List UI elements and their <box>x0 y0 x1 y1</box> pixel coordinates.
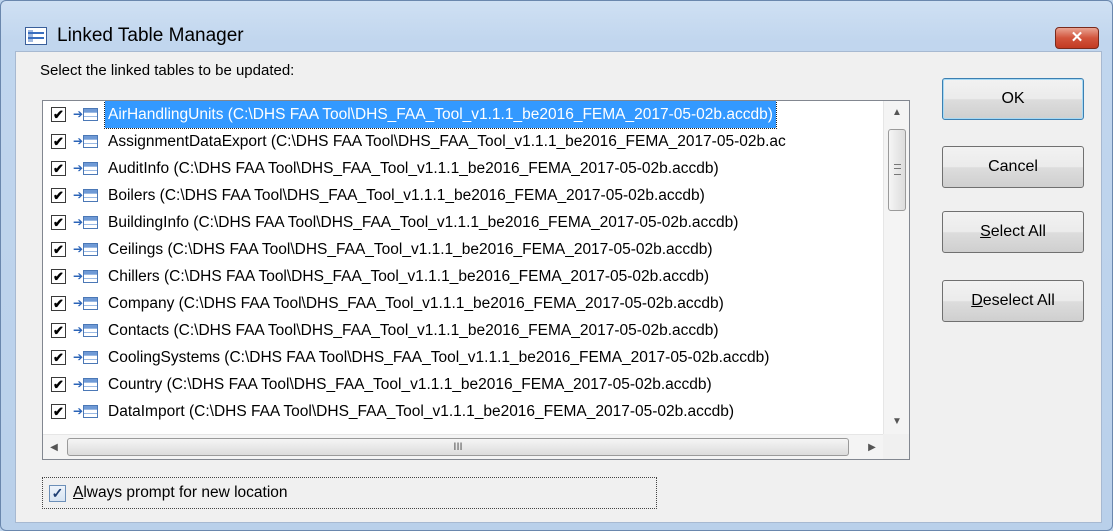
linked-table-icon <box>83 378 98 391</box>
close-button[interactable]: ✕ <box>1055 27 1099 49</box>
table-row[interactable]: ✔ ➔ DataImport (C:\DHS FAA Tool\DHS_FAA_To… <box>43 398 883 425</box>
dialog-body: Select the linked tables to be updated: … <box>15 51 1102 523</box>
table-checkbox[interactable]: ✔ <box>51 215 66 230</box>
ok-button[interactable]: OK <box>942 78 1084 120</box>
linked-table-icon <box>83 189 98 202</box>
table-label: CoolingSystems (C:\DHS FAA Tool\DHS_FAA_… <box>108 349 770 366</box>
vertical-scroll-thumb[interactable] <box>888 129 906 211</box>
instruction-label: Select the linked tables to be updated: <box>40 62 295 79</box>
scroll-down-icon[interactable]: ▼ <box>884 410 909 434</box>
window-title: Linked Table Manager <box>57 25 244 46</box>
horizontal-scrollbar[interactable]: ◀ III ▶ <box>43 434 883 459</box>
table-row[interactable]: ✔ ➔ Ceilings (C:\DHS FAA Tool\DHS_FAA_Tool… <box>43 236 883 263</box>
table-label: DataImport (C:\DHS FAA Tool\DHS_FAA_Tool… <box>108 403 735 420</box>
scrollbar-corner <box>883 434 909 459</box>
table-label: Company (C:\DHS FAA Tool\DHS_FAA_Tool_v1… <box>108 295 724 312</box>
link-arrow-icon: ➔ <box>73 296 84 310</box>
table-checkbox[interactable]: ✔ <box>51 404 66 419</box>
table-checkbox[interactable]: ✔ <box>51 188 66 203</box>
table-label: Contacts (C:\DHS FAA Tool\DHS_FAA_Tool_v… <box>108 322 719 339</box>
linked-table-icon <box>83 135 98 148</box>
linked-table-icon <box>83 243 98 256</box>
vertical-scrollbar[interactable]: ▲ ▼ <box>883 101 909 434</box>
table-row[interactable]: ✔ ➔ Boilers (C:\DHS FAA Tool\DHS_FAA_Tool_… <box>43 182 883 209</box>
dialog-window: Linked Table Manager ✕ Select the linked… <box>0 0 1113 531</box>
table-checkbox[interactable]: ✔ <box>51 323 66 338</box>
link-arrow-icon: ➔ <box>73 134 84 148</box>
table-checkbox[interactable]: ✔ <box>51 350 66 365</box>
table-checkbox[interactable]: ✔ <box>51 269 66 284</box>
cancel-button[interactable]: Cancel <box>942 146 1084 188</box>
table-label: BuildingInfo (C:\DHS FAA Tool\DHS_FAA_To… <box>108 214 739 231</box>
select-all-label: elect All <box>990 223 1046 240</box>
linked-table-icon <box>83 405 98 418</box>
link-arrow-icon: ➔ <box>73 161 84 175</box>
table-row[interactable]: ✔ ➔ BuildingInfo (C:\DHS FAA Tool\DHS_FAA_… <box>43 209 883 236</box>
table-row[interactable]: ✔ ➔ AuditInfo (C:\DHS FAA Tool\DHS_FAA_Too… <box>43 155 883 182</box>
link-arrow-icon: ➔ <box>73 404 84 418</box>
table-checkbox[interactable]: ✔ <box>51 377 66 392</box>
select-all-button[interactable]: Select All <box>942 211 1084 253</box>
table-label: AssignmentDataExport (C:\DHS FAA Tool\DH… <box>108 133 786 150</box>
table-row[interactable]: ✔ ➔ Country (C:\DHS FAA Tool\DHS_FAA_Tool_… <box>43 371 883 398</box>
table-label: Chillers (C:\DHS FAA Tool\DHS_FAA_Tool_v… <box>108 268 710 285</box>
always-prompt-label: Always prompt for new location <box>73 484 288 502</box>
link-arrow-icon: ➔ <box>73 215 84 229</box>
table-label: Boilers (C:\DHS FAA Tool\DHS_FAA_Tool_v1… <box>108 187 705 204</box>
always-prompt-checkbox[interactable]: ✓ <box>49 485 66 502</box>
link-arrow-icon: ➔ <box>73 350 84 364</box>
horizontal-scroll-thumb[interactable]: III <box>67 438 849 456</box>
table-row[interactable]: ✔ ➔ Company (C:\DHS FAA Tool\DHS_FAA_Tool_… <box>43 290 883 317</box>
table-checkbox[interactable]: ✔ <box>51 242 66 257</box>
linked-tables-list[interactable]: ✔ ➔ AirHandlingUnits (C:\DHS FAA Tool\DHS_… <box>42 100 910 460</box>
link-arrow-icon: ➔ <box>73 323 84 337</box>
linked-table-icon <box>83 162 98 175</box>
linked-tables-rows: ✔ ➔ AirHandlingUnits (C:\DHS FAA Tool\DHS_… <box>43 101 883 434</box>
table-row[interactable]: ✔ ➔ AssignmentDataExport (C:\DHS FAA Tool\… <box>43 128 883 155</box>
table-label: Ceilings (C:\DHS FAA Tool\DHS_FAA_Tool_v… <box>108 241 713 258</box>
table-label: AuditInfo (C:\DHS FAA Tool\DHS_FAA_Tool_… <box>108 160 719 177</box>
linked-table-icon <box>83 270 98 283</box>
link-arrow-icon: ➔ <box>73 377 84 391</box>
scroll-up-icon[interactable]: ▲ <box>884 101 909 125</box>
scroll-left-icon[interactable]: ◀ <box>43 435 65 459</box>
table-row[interactable]: ✔ ➔ CoolingSystems (C:\DHS FAA Tool\DHS_FA… <box>43 344 883 371</box>
linked-table-icon <box>83 297 98 310</box>
table-checkbox[interactable]: ✔ <box>51 134 66 149</box>
link-arrow-icon: ➔ <box>73 269 84 283</box>
always-prompt-option[interactable]: ✓ Always prompt for new location <box>42 477 657 509</box>
table-label: AirHandlingUnits (C:\DHS FAA Tool\DHS_FA… <box>104 101 777 129</box>
title-bar[interactable]: Linked Table Manager ✕ <box>1 1 1112 49</box>
link-arrow-icon: ➔ <box>73 188 84 202</box>
linked-table-icon <box>83 108 98 121</box>
table-row[interactable]: ✔ ➔ Chillers (C:\DHS FAA Tool\DHS_FAA_Tool… <box>43 263 883 290</box>
scroll-right-icon[interactable]: ▶ <box>861 435 883 459</box>
deselect-all-mnemonic: D <box>971 292 983 309</box>
table-row[interactable]: ✔ ➔ Contacts (C:\DHS FAA Tool\DHS_FAA_Tool… <box>43 317 883 344</box>
link-arrow-icon: ➔ <box>73 107 84 121</box>
link-arrow-icon: ➔ <box>73 242 84 256</box>
linked-table-icon <box>83 351 98 364</box>
table-label: Country (C:\DHS FAA Tool\DHS_FAA_Tool_v1… <box>108 376 712 393</box>
select-all-mnemonic: S <box>980 223 991 240</box>
deselect-all-button[interactable]: Deselect All <box>942 280 1084 322</box>
table-checkbox[interactable]: ✔ <box>51 161 66 176</box>
always-prompt-mnemonic: A <box>73 484 84 501</box>
deselect-all-label: eselect All <box>982 292 1055 309</box>
always-prompt-label-text: lways prompt for new location <box>83 484 288 501</box>
linked-table-icon <box>83 324 98 337</box>
table-row[interactable]: ✔ ➔ AirHandlingUnits (C:\DHS FAA Tool\DHS_… <box>43 101 883 129</box>
table-checkbox[interactable]: ✔ <box>51 296 66 311</box>
linked-table-manager-icon <box>25 27 47 45</box>
table-checkbox[interactable]: ✔ <box>51 107 66 122</box>
linked-table-icon <box>83 216 98 229</box>
